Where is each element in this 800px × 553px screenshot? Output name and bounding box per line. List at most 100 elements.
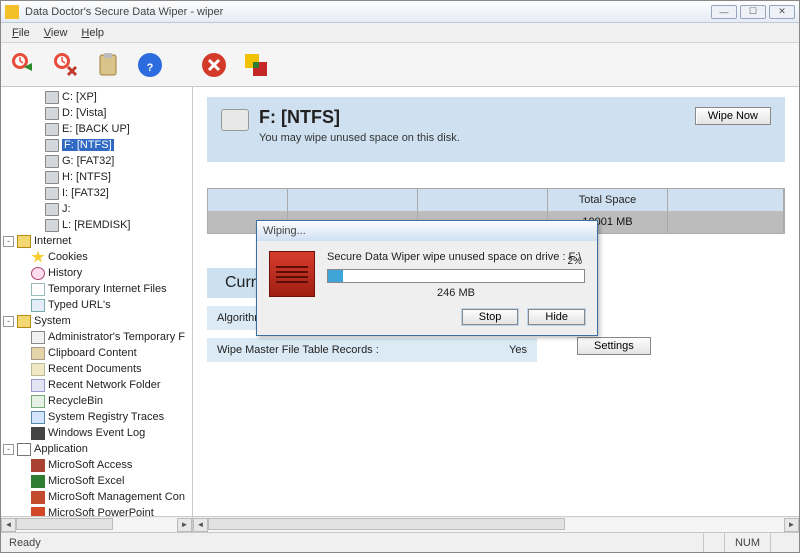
sys-icon — [31, 331, 45, 344]
close-button[interactable]: ✕ — [769, 5, 795, 19]
tree-label: I: [FAT32] — [62, 187, 109, 199]
tree-label: MicroSoft Excel — [48, 475, 124, 487]
tree-item[interactable]: MicroSoft Access — [3, 457, 190, 473]
tree-label: Temporary Internet Files — [48, 283, 167, 295]
tree-item[interactable]: System Registry Traces — [3, 409, 190, 425]
expand-spacer — [17, 476, 28, 487]
drive-icon — [45, 171, 59, 184]
menu-view[interactable]: View — [37, 25, 75, 41]
tree-item[interactable]: -Internet — [3, 233, 190, 249]
tree-hscroll[interactable]: ◄ ► — [1, 516, 192, 532]
menubar: File View Help — [1, 23, 799, 43]
tree-item[interactable]: G: [FAT32] — [3, 153, 190, 169]
hide-button[interactable]: Hide — [528, 309, 585, 325]
progress-mb: 246 MB — [327, 287, 585, 299]
scroll-thumb[interactable] — [208, 518, 565, 530]
tree-item[interactable]: RecycleBin — [3, 393, 190, 409]
tree-label: D: [Vista] — [62, 107, 106, 119]
setting-mft: Wipe Master File Table Records : Yes — [207, 338, 537, 362]
recent-icon — [31, 363, 45, 376]
tree-item[interactable]: J: — [3, 201, 190, 217]
expand-spacer — [31, 156, 42, 167]
tree-item[interactable]: I: [FAT32] — [3, 185, 190, 201]
expand-spacer — [17, 428, 28, 439]
toolbar-schedule-remove[interactable] — [49, 48, 83, 82]
scroll-left-icon[interactable]: ◄ — [1, 518, 16, 532]
tree-item[interactable]: Typed URL's — [3, 297, 190, 313]
tree-label: Clipboard Content — [48, 347, 137, 359]
tree-item[interactable]: Recent Network Folder — [3, 377, 190, 393]
tree-label: Administrator's Temporary F — [48, 331, 185, 343]
drive-icon — [45, 107, 59, 120]
access-icon — [31, 459, 45, 472]
tree-item[interactable]: Windows Event Log — [3, 425, 190, 441]
expand-spacer — [17, 508, 28, 517]
tree-item[interactable]: MicroSoft Excel — [3, 473, 190, 489]
mmc-icon — [31, 491, 45, 504]
toolbar-swap[interactable] — [239, 48, 273, 82]
minimize-button[interactable]: — — [711, 5, 737, 19]
tree-item[interactable]: D: [Vista] — [3, 105, 190, 121]
tree-item[interactable]: -System — [3, 313, 190, 329]
expand-spacer — [31, 124, 42, 135]
expand-spacer — [17, 412, 28, 423]
scroll-right-icon[interactable]: ► — [177, 518, 192, 532]
stop-button[interactable]: Stop — [462, 309, 519, 325]
maximize-button[interactable]: ☐ — [740, 5, 766, 19]
tree-item[interactable]: Administrator's Temporary F — [3, 329, 190, 345]
tree-item[interactable]: Clipboard Content — [3, 345, 190, 361]
tree-item[interactable]: Cookies — [3, 249, 190, 265]
tree-item[interactable]: MicroSoft Management Con — [3, 489, 190, 505]
tree[interactable]: C: [XP] D: [Vista] E: [BACK UP]F: [NTFS]G:… — [1, 87, 192, 516]
collapse-icon[interactable]: - — [3, 316, 14, 327]
scroll-thumb[interactable] — [16, 518, 113, 530]
wipe-now-button[interactable]: Wipe Now — [695, 107, 771, 125]
drive-header: F: [NTFS] You may wipe unused space on t… — [207, 97, 785, 162]
progress-fill — [328, 270, 343, 282]
menu-file[interactable]: File — [5, 25, 37, 41]
tree-label: Recent Network Folder — [48, 379, 161, 391]
status-blank2 — [770, 533, 791, 552]
tree-label: MicroSoft PowerPoint — [48, 507, 154, 516]
tree-item[interactable]: L: [REMDISK] — [3, 217, 190, 233]
tree-item[interactable]: Temporary Internet Files — [3, 281, 190, 297]
drive-icon — [45, 123, 59, 136]
col-5 — [668, 189, 784, 211]
menu-help[interactable]: Help — [74, 25, 111, 41]
tree-label: System Registry Traces — [48, 411, 164, 423]
tree-label: C: [XP] — [62, 91, 97, 103]
tree-item[interactable]: Recent Documents — [3, 361, 190, 377]
toolbar-clipboard[interactable] — [91, 48, 125, 82]
tree-label: J: — [62, 203, 71, 215]
expand-spacer — [31, 140, 42, 151]
scroll-left-icon[interactable]: ◄ — [193, 518, 208, 532]
expand-spacer — [17, 364, 28, 375]
toolbar-help[interactable]: ? — [133, 48, 167, 82]
cb-icon — [31, 347, 45, 360]
content-hscroll[interactable]: ◄ ► — [193, 516, 799, 532]
settings-button[interactable]: Settings — [577, 337, 651, 355]
tree-item[interactable]: -Application — [3, 441, 190, 457]
wipe-chip-icon — [269, 251, 315, 297]
expand-spacer — [31, 220, 42, 231]
scroll-right-icon[interactable]: ► — [784, 518, 799, 532]
expand-spacer — [17, 332, 28, 343]
collapse-icon[interactable]: - — [3, 444, 14, 455]
toolbar-stop[interactable] — [197, 48, 231, 82]
tree-item[interactable]: C: [XP] — [3, 89, 190, 105]
expand-spacer — [17, 460, 28, 471]
toolbar: ? — [1, 43, 799, 87]
wiping-dialog: Wiping... Secure Data Wiper wipe unused … — [256, 220, 598, 336]
drive-icon — [45, 187, 59, 200]
tree-item[interactable]: H: [NTFS] — [3, 169, 190, 185]
tree-item[interactable]: E: [BACK UP] — [3, 121, 190, 137]
expand-spacer — [31, 108, 42, 119]
collapse-icon[interactable]: - — [3, 236, 14, 247]
drive-subtitle: You may wipe unused space on this disk. — [259, 132, 695, 144]
toolbar-schedule-add[interactable] — [7, 48, 41, 82]
tree-item[interactable]: F: [NTFS] — [3, 137, 190, 153]
tree-item[interactable]: MicroSoft PowerPoint — [3, 505, 190, 516]
tree-item[interactable]: History — [3, 265, 190, 281]
col-total: Total Space — [548, 189, 668, 211]
expand-spacer — [17, 268, 28, 279]
